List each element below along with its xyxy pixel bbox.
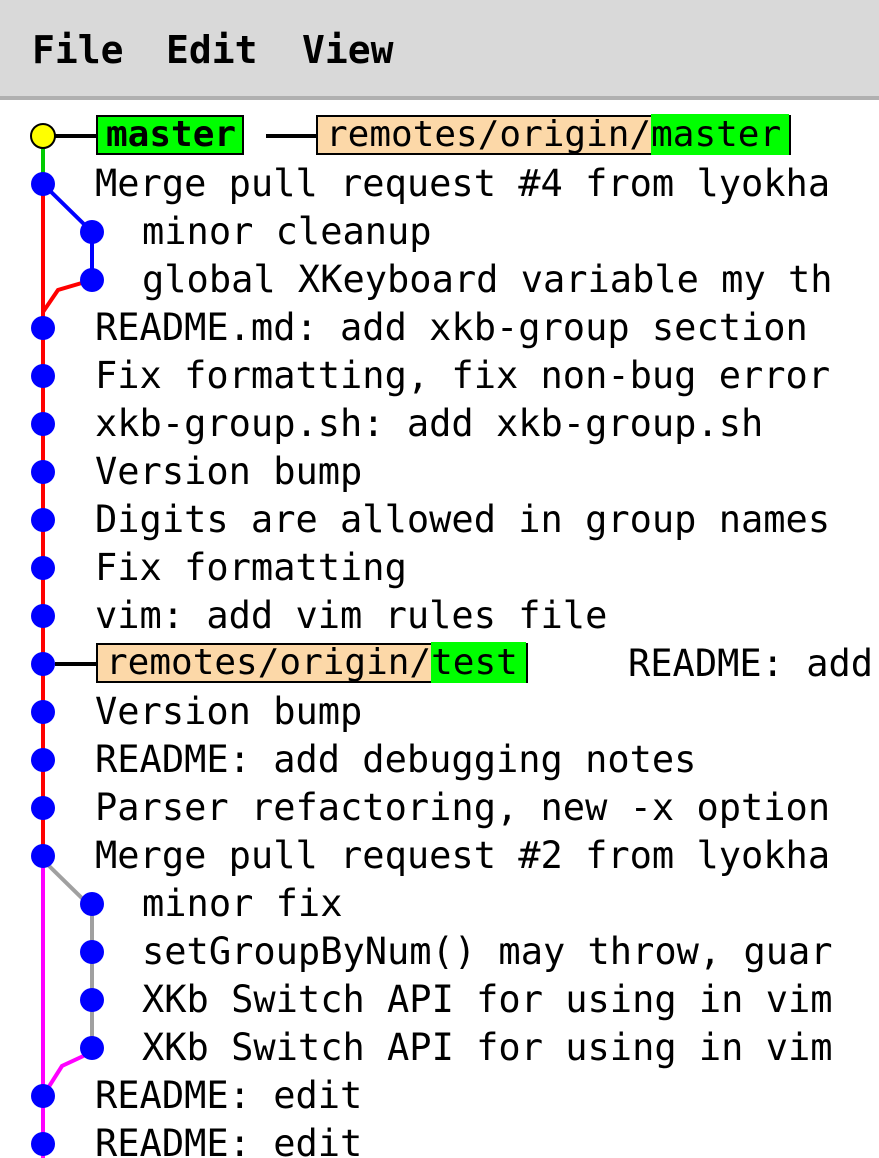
menu-edit[interactable]: Edit: [166, 24, 258, 76]
commit-message: README: add: [628, 642, 874, 685]
commit-message: vim: add vim rules file: [95, 594, 608, 637]
commit-row[interactable]: Merge pull request #2 from lyokha: [0, 832, 879, 880]
commit-row[interactable]: README: add debugging notes: [0, 736, 879, 784]
commit-row[interactable]: Fix formatting: [0, 544, 879, 592]
remote-branch-origin-master[interactable]: remotes/origin/master: [316, 114, 792, 155]
local-branch-master[interactable]: master: [96, 115, 245, 155]
commit-history-pane[interactable]: master remotes/origin/master Merge pull …: [0, 100, 879, 1158]
ref-row-head: master remotes/origin/master: [0, 112, 879, 160]
commit-message: Fix formatting, fix non-bug error: [95, 354, 831, 397]
commit-row[interactable]: Version bump: [0, 448, 879, 496]
commit-row[interactable]: XKb Switch API for using in vim: [0, 1024, 879, 1072]
commit-message: Version bump: [95, 450, 363, 493]
commit-message: Fix formatting: [95, 546, 407, 589]
commit-row[interactable]: README.md: add xkb-group section: [0, 304, 879, 352]
commit-row[interactable]: Version bump: [0, 688, 879, 736]
commit-message: README: edit: [95, 1074, 363, 1117]
commit-message: minor cleanup: [142, 210, 432, 253]
remote-branch-name: master: [651, 114, 790, 155]
remote-prefix: remotes/origin/: [106, 642, 432, 683]
commit-row[interactable]: Merge pull request #4 from lyokha: [0, 160, 879, 208]
remote-branch-origin-test[interactable]: remotes/origin/test: [96, 642, 528, 683]
commit-message: minor fix: [142, 882, 343, 925]
commit-message: Merge pull request #4 from lyokha: [95, 162, 831, 205]
commit-message: README: edit: [95, 1122, 363, 1158]
commit-row[interactable]: README: edit: [0, 1072, 879, 1120]
remote-prefix: remotes/origin/: [326, 114, 652, 155]
commit-message: global XKeyboard variable my th: [142, 258, 833, 301]
commit-row[interactable]: global XKeyboard variable my th: [0, 256, 879, 304]
commit-row[interactable]: Parser refactoring, new -x option: [0, 784, 879, 832]
commit-message: README.md: add xkb-group section: [95, 306, 808, 349]
commit-row[interactable]: Digits are allowed in group names: [0, 496, 879, 544]
remote-branch-name: test: [431, 642, 526, 683]
commit-message: XKb Switch API for using in vim: [142, 978, 833, 1021]
commit-message: setGroupByNum() may throw, guar: [142, 930, 833, 973]
commit-row[interactable]: setGroupByNum() may throw, guar: [0, 928, 879, 976]
commit-message: Parser refactoring, new -x option: [95, 786, 831, 829]
commit-message: Version bump: [95, 690, 363, 733]
commit-row[interactable]: xkb-group.sh: add xkb-group.sh: [0, 400, 879, 448]
commit-message: README: add debugging notes: [95, 738, 697, 781]
commit-row[interactable]: minor cleanup: [0, 208, 879, 256]
menu-view[interactable]: View: [302, 24, 394, 76]
menu-file[interactable]: File: [32, 24, 124, 76]
commit-row[interactable]: minor fix: [0, 880, 879, 928]
commit-row[interactable]: XKb Switch API for using in vim: [0, 976, 879, 1024]
commit-message: XKb Switch API for using in vim: [142, 1026, 833, 1069]
commit-message: Digits are allowed in group names: [95, 498, 831, 541]
commit-row[interactable]: remotes/origin/test README: add: [0, 640, 879, 688]
menu-bar: File Edit View: [0, 0, 879, 100]
commit-row[interactable]: Fix formatting, fix non-bug error: [0, 352, 879, 400]
commit-message: Merge pull request #2 from lyokha: [95, 834, 831, 877]
commit-row[interactable]: vim: add vim rules file: [0, 592, 879, 640]
commit-row[interactable]: README: edit: [0, 1120, 879, 1158]
commit-message: xkb-group.sh: add xkb-group.sh: [95, 402, 764, 445]
